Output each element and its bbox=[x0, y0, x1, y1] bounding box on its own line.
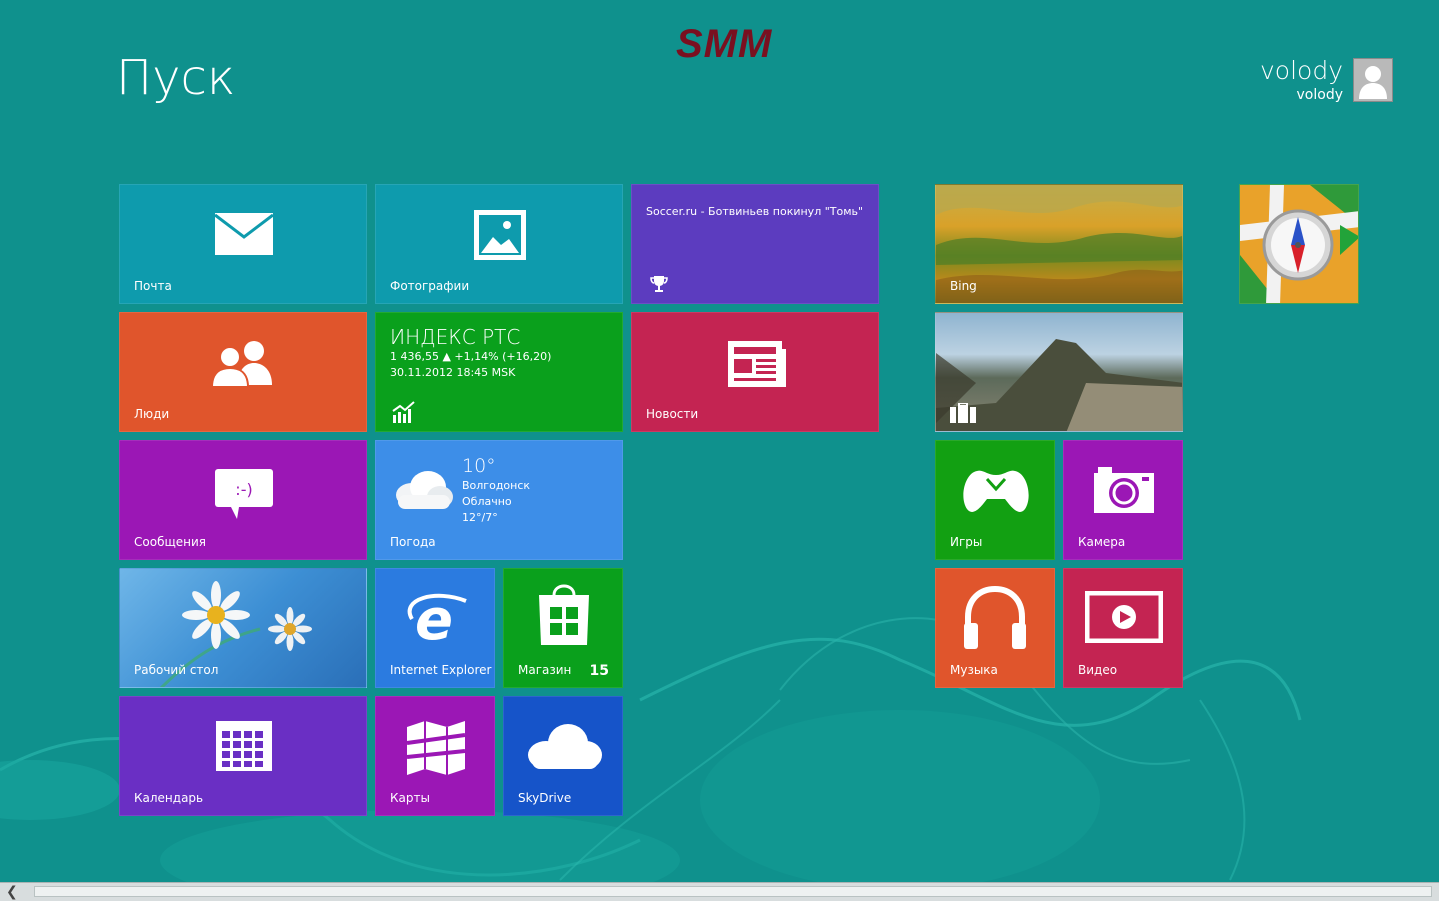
tile-mail-label: Почта bbox=[134, 279, 172, 293]
tile-messaging-label: Сообщения bbox=[134, 535, 207, 549]
tile-camera-label: Камера bbox=[1078, 535, 1126, 549]
tile-mail[interactable]: Почта bbox=[119, 184, 367, 304]
tile-travel[interactable] bbox=[935, 312, 1183, 432]
trophy-icon bbox=[650, 276, 668, 292]
tile-calendar-label: Календарь bbox=[134, 791, 204, 805]
finance-index-title: ИНДЕКС РТС bbox=[390, 325, 521, 349]
tile-music[interactable]: Музыка bbox=[935, 568, 1055, 688]
tile-photos-label: Фотографии bbox=[390, 279, 470, 293]
finance-index-value: 1 436,55 ▲ +1,14% (+16,20) bbox=[390, 350, 552, 363]
weather-condition: Облачно bbox=[462, 495, 512, 508]
tile-camera[interactable]: Камера bbox=[1063, 440, 1183, 560]
finance-index-time: 30.11.2012 18:45 MSK bbox=[390, 366, 516, 379]
user-account: volody bbox=[1296, 87, 1343, 103]
tile-navigator[interactable] bbox=[1239, 184, 1359, 304]
tile-finance[interactable]: ИНДЕКС РТС 1 436,55 ▲ +1,14% (+16,20) 30… bbox=[375, 312, 623, 432]
scrollbar-thumb[interactable] bbox=[34, 886, 1432, 897]
smm-logo: SMM bbox=[676, 22, 773, 66]
tile-maps-label: Карты bbox=[390, 791, 430, 805]
tile-news-label: Новости bbox=[646, 407, 699, 421]
tile-people-label: Люди bbox=[134, 407, 170, 421]
tile-weather[interactable]: 10° Волгодонск Облачно 12°/7° Погода bbox=[375, 440, 623, 560]
tile-video[interactable]: Видео bbox=[1063, 568, 1183, 688]
tile-desktop[interactable]: Рабочий стол bbox=[119, 568, 367, 688]
tile-internet-explorer[interactable]: e Internet Explorer bbox=[375, 568, 495, 688]
message-bubble-icon: :-) bbox=[215, 469, 273, 519]
compass-icon bbox=[1240, 185, 1358, 303]
people-icon bbox=[210, 341, 272, 387]
weather-city: Волгодонск bbox=[462, 479, 531, 492]
photo-icon bbox=[474, 210, 526, 260]
game-controller-icon bbox=[963, 470, 1029, 512]
internet-explorer-icon: e bbox=[407, 589, 467, 649]
cloud-icon bbox=[396, 471, 453, 509]
tile-calendar[interactable]: Календарь bbox=[119, 696, 367, 816]
camera-icon bbox=[1094, 467, 1154, 513]
user-name[interactable]: volody bbox=[1260, 56, 1343, 85]
store-bag-icon bbox=[539, 584, 589, 645]
tile-store[interactable]: Магазин 15 bbox=[503, 568, 623, 688]
tile-photos[interactable]: Фотографии bbox=[375, 184, 623, 304]
tile-store-label: Магазин bbox=[518, 663, 572, 677]
newspaper-icon bbox=[728, 341, 786, 387]
tile-weather-label: Погода bbox=[390, 535, 436, 549]
start-screen-title: Пуск bbox=[116, 50, 236, 106]
map-icon bbox=[406, 721, 466, 775]
tile-messaging[interactable]: :-) Сообщения bbox=[119, 440, 367, 560]
svg-text::-): :-) bbox=[235, 480, 252, 499]
tile-bing[interactable]: Bing bbox=[935, 184, 1183, 304]
mail-icon bbox=[215, 213, 273, 255]
horizontal-scrollbar[interactable]: ❮ bbox=[0, 882, 1439, 901]
sport-headline: Soccer.ru - Ботвиньев покинул "Томь" bbox=[646, 205, 864, 218]
tile-people[interactable]: Люди bbox=[119, 312, 367, 432]
suitcase-icon bbox=[950, 403, 976, 423]
tile-news[interactable]: Новости bbox=[631, 312, 879, 432]
tile-internet-explorer-label: Internet Explorer bbox=[390, 663, 492, 677]
tile-sport[interactable]: Soccer.ru - Ботвиньев покинул "Томь" bbox=[631, 184, 879, 304]
tile-games[interactable]: Игры bbox=[935, 440, 1055, 560]
scroll-left-arrow-icon[interactable]: ❮ bbox=[6, 884, 18, 900]
user-avatar[interactable] bbox=[1353, 58, 1393, 102]
weather-temperature: 10° bbox=[462, 455, 496, 477]
tile-maps[interactable]: Карты bbox=[375, 696, 495, 816]
store-update-badge: 15 bbox=[589, 663, 609, 679]
tile-desktop-label: Рабочий стол bbox=[134, 663, 219, 677]
avatar-person-icon bbox=[1354, 59, 1392, 101]
skydrive-cloud-icon bbox=[528, 724, 602, 769]
video-play-icon bbox=[1085, 591, 1163, 643]
tile-skydrive-label: SkyDrive bbox=[518, 791, 572, 805]
tile-skydrive[interactable]: SkyDrive bbox=[503, 696, 623, 816]
tile-bing-label: Bing bbox=[950, 279, 977, 293]
tile-games-label: Игры bbox=[950, 535, 983, 549]
weather-range: 12°/7° bbox=[462, 511, 498, 524]
finance-chart-icon bbox=[392, 401, 415, 423]
tile-video-label: Видео bbox=[1078, 663, 1118, 677]
headphones-icon bbox=[964, 585, 1026, 649]
tile-music-label: Музыка bbox=[950, 663, 998, 677]
calendar-icon bbox=[216, 721, 272, 771]
